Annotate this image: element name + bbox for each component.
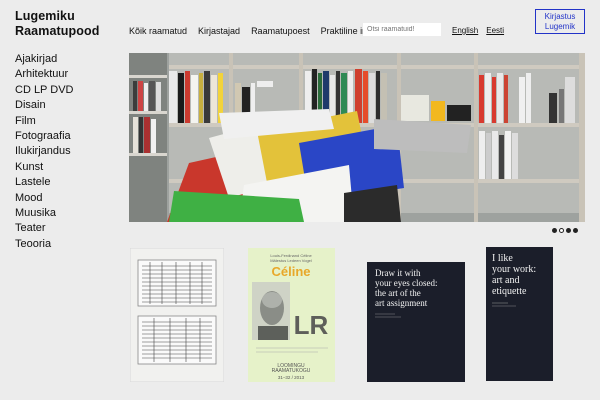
book-2-subtitle: Mälestus Ledeen Vogel <box>270 258 312 263</box>
search-input[interactable] <box>363 23 441 36</box>
carousel-dot-3[interactable] <box>566 228 571 233</box>
book-4-title-line-1: I like <box>492 253 513 264</box>
book-cover-image: Draw it with your eyes closed: the art o… <box>367 262 465 382</box>
sidebar-item-disain[interactable]: Disain <box>15 98 73 113</box>
publisher-link-button[interactable]: Kirjastus Lugemik <box>535 9 585 34</box>
book-cover-3[interactable]: Draw it with your eyes closed: the art o… <box>367 262 465 382</box>
sidebar-item-ilukirjandus[interactable]: Ilukirjandus <box>15 144 73 159</box>
brand-line-2: Raamatupood <box>15 24 100 38</box>
book-3-title-line-4: art assignment <box>375 298 428 308</box>
sidebar-item-mood[interactable]: Mood <box>15 191 73 206</box>
book-4-title-line-4: etiquette <box>492 286 527 297</box>
publisher-link-line-2: Lugemik <box>544 22 576 31</box>
carousel-dots <box>552 228 578 233</box>
book-2-title: Céline <box>271 264 310 279</box>
lang-estonian[interactable]: Eesti <box>486 26 504 35</box>
lang-english[interactable]: English <box>452 26 478 35</box>
carousel-dot-1[interactable] <box>552 228 557 233</box>
nav-all-books[interactable]: Kõik raamatud <box>129 26 187 36</box>
sidebar-item-teater[interactable]: Teater <box>15 221 73 236</box>
book-2-lr: LR <box>294 310 329 340</box>
sidebar-item-ajakirjad[interactable]: Ajakirjad <box>15 52 73 67</box>
book-cover-image <box>130 248 224 382</box>
sidebar-item-kunst[interactable]: Kunst <box>15 160 73 175</box>
book-2-issue: 31–32 / 2013 <box>278 375 305 380</box>
sidebar-item-lastele[interactable]: Lastele <box>15 175 73 190</box>
book-3-title-line-3: the art of the <box>375 288 421 298</box>
sidebar-item-arhitektuur[interactable]: Arhitektuur <box>15 67 73 82</box>
language-switcher: English Eesti <box>452 26 504 35</box>
sidebar-item-muusika[interactable]: Muusika <box>15 206 73 221</box>
top-navigation: Kõik raamatud Kirjastajad Raamatupoest P… <box>129 26 375 36</box>
book-cover-1[interactable] <box>130 248 224 382</box>
publisher-link-line-1: Kirjastus <box>544 12 576 21</box>
book-cover-4[interactable]: I like your work: art and etiquette <box>486 247 553 381</box>
hero-carousel-image[interactable] <box>129 53 585 222</box>
book-cover-image: I like your work: art and etiquette <box>486 247 553 381</box>
book-3-title-line-1: Draw it with <box>375 268 421 278</box>
book-cover-image: Louis-Ferdinand Céline Mälestus Ledeen V… <box>248 248 335 382</box>
sidebar-item-cd-lp-dvd[interactable]: CD LP DVD <box>15 83 73 98</box>
book-3-title-line-2: your eyes closed: <box>375 278 437 288</box>
sidebar-item-film[interactable]: Film <box>15 114 73 129</box>
category-sidebar: Ajakirjad Arhitektuur CD LP DVD Disain F… <box>15 52 73 252</box>
book-4-title-line-2: your work: <box>492 264 536 275</box>
brand-logo[interactable]: Lugemiku Raamatupood <box>15 9 99 39</box>
sidebar-item-teooria[interactable]: Teooria <box>15 237 73 252</box>
carousel-dot-2[interactable] <box>559 228 564 233</box>
book-4-title-line-3: art and <box>492 275 520 286</box>
brand-line-1: Lugemiku <box>15 9 75 23</box>
nav-about-store[interactable]: Raamatupoest <box>251 26 310 36</box>
nav-publishers[interactable]: Kirjastajad <box>198 26 240 36</box>
book-2-series-2: RAAMATUKOGU <box>272 368 311 374</box>
book-cover-2[interactable]: Louis-Ferdinand Céline Mälestus Ledeen V… <box>248 248 335 382</box>
bookstore-photo <box>129 53 585 222</box>
sidebar-item-fotograafia[interactable]: Fotograafia <box>15 129 73 144</box>
carousel-dot-4[interactable] <box>573 228 578 233</box>
